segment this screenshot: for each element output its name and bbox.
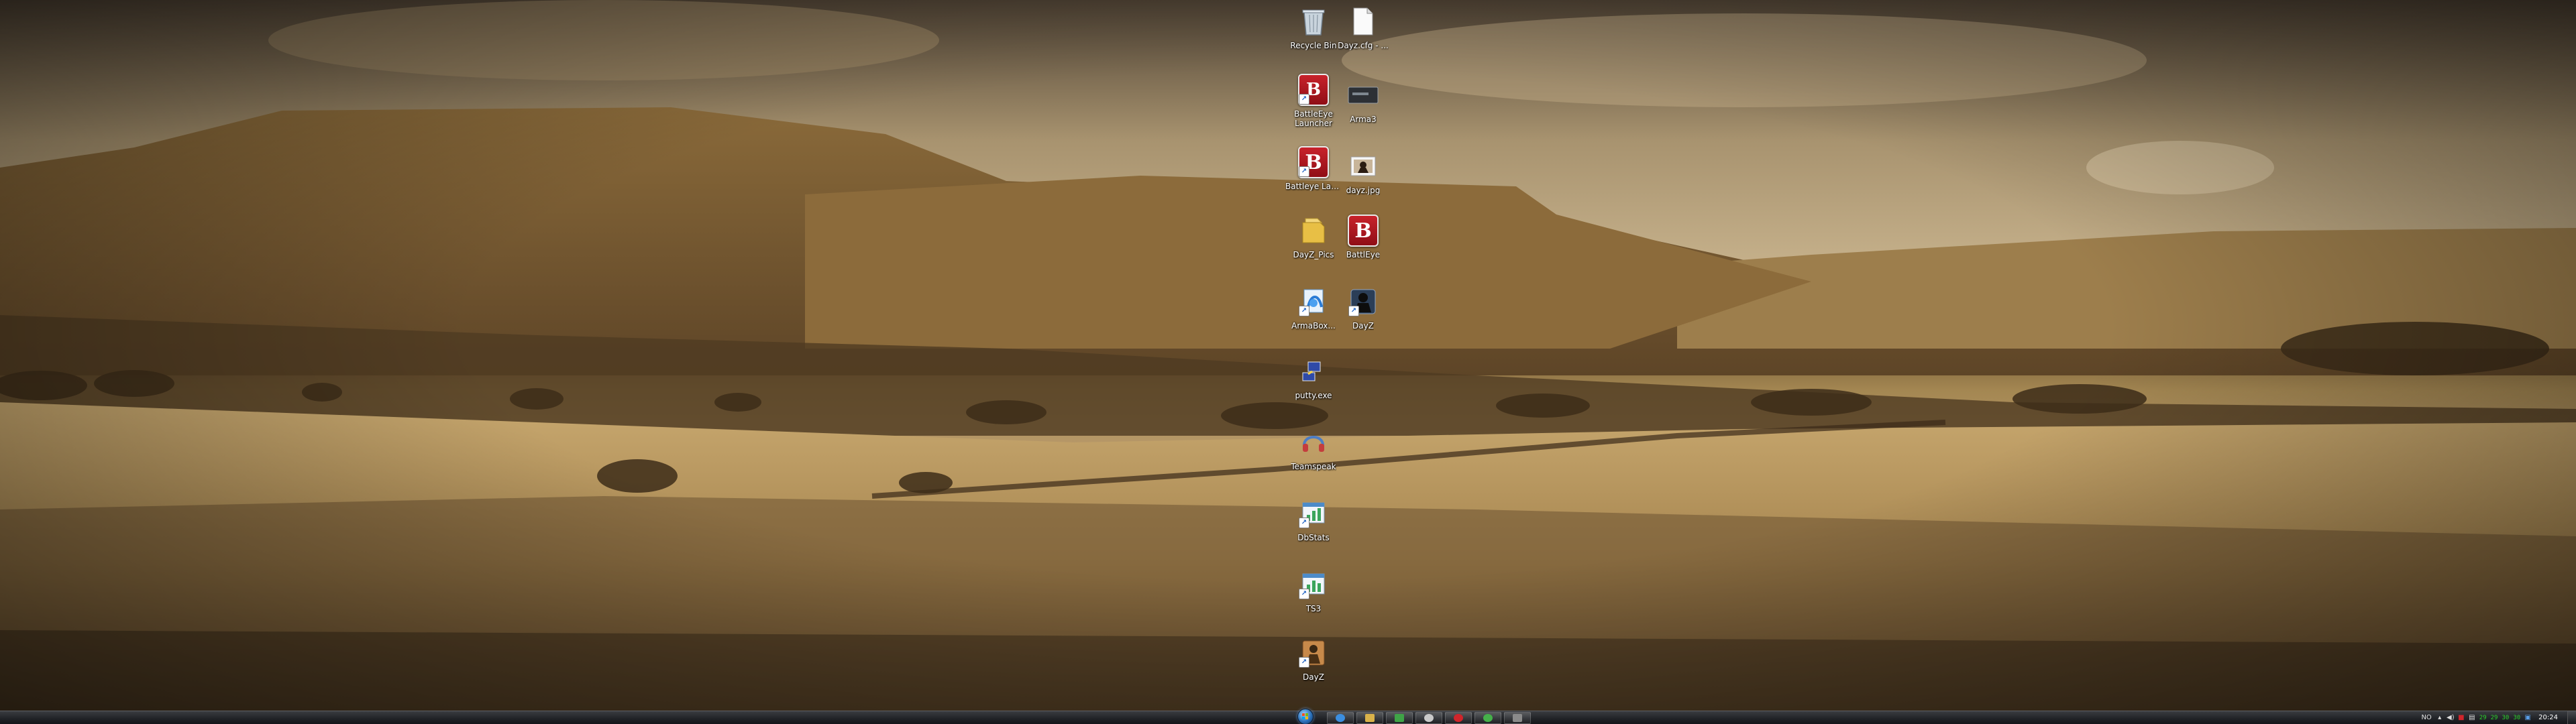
- start-button[interactable]: [1291, 709, 1320, 724]
- desktop-icon-putty[interactable]: putty.exe: [1285, 354, 1342, 420]
- system-tray: NO ▴ ◀) ■ ▤ 29 29 30 30 ▣ 20:24: [2418, 711, 2576, 724]
- taskbar-ie-button[interactable]: [1327, 712, 1354, 724]
- game-box-icon: [1346, 78, 1381, 113]
- icon-label: Arma3: [1350, 115, 1377, 124]
- application-icon: ↗: [1296, 284, 1331, 319]
- icon-label: Teamspeak: [1291, 462, 1336, 471]
- tray-number: 30: [2513, 714, 2521, 721]
- taskbar-opera-button[interactable]: [1445, 712, 1472, 724]
- opera-icon: [1454, 714, 1463, 722]
- language-indicator[interactable]: NO: [2418, 714, 2434, 721]
- desktop-icon-battleye[interactable]: B BattlEye: [1335, 213, 1391, 279]
- desktop-icon-recycle-bin[interactable]: Recycle Bin: [1285, 4, 1342, 70]
- shortcut-arrow-icon: ↗: [1299, 166, 1309, 177]
- battleye-icon: B ↗: [1296, 72, 1331, 107]
- tray-number: 29: [2479, 714, 2487, 721]
- icon-label: DayZ_Pics: [1293, 250, 1334, 259]
- show-hidden-icons-icon[interactable]: ▴: [2434, 713, 2445, 723]
- chart-window-icon: ↗: [1296, 567, 1331, 602]
- desktop-icon-teamspeak[interactable]: Teamspeak: [1285, 425, 1342, 491]
- battleye-icon: B: [1346, 213, 1381, 248]
- windows-orb-icon: [1297, 709, 1313, 724]
- tray-number: 30: [2502, 714, 2510, 721]
- icon-label: ArmaBox...: [1291, 321, 1336, 330]
- taskbar-steam-button[interactable]: [1415, 712, 1442, 724]
- image-file-icon: [1346, 149, 1381, 184]
- recycle-bin-icon: [1296, 4, 1331, 39]
- taskbar-explorer-button[interactable]: [1356, 712, 1383, 724]
- shortcut-arrow-icon: ↗: [1299, 518, 1309, 528]
- game-icon: [1483, 714, 1493, 722]
- desktop-icon-battleye-launcher-dayz[interactable]: B ↗ Battleye Launcher DayZ: [1285, 145, 1342, 210]
- taskbar: NO ▴ ◀) ■ ▤ 29 29 30 30 ▣ 20:24: [0, 709, 2576, 724]
- taskbar-media-button[interactable]: [1386, 712, 1413, 724]
- icon-label: Battleye Launcher DayZ: [1285, 182, 1342, 191]
- desktop-icon-ts3[interactable]: ↗ TS3: [1285, 567, 1342, 633]
- folder-icon: [1296, 213, 1331, 248]
- text-file-icon: [1346, 4, 1381, 39]
- taskbar-game-button[interactable]: [1474, 712, 1501, 724]
- clock[interactable]: 20:24: [2533, 714, 2567, 721]
- chart-window-icon: ↗: [1296, 496, 1331, 531]
- icon-label: BattleEye Launcher: [1294, 109, 1333, 128]
- teamspeak-icon: [1296, 425, 1331, 460]
- shortcut-arrow-icon: ↗: [1299, 306, 1309, 316]
- soldier-icon: ↗: [1346, 284, 1381, 319]
- shortcut-arrow-icon: ↗: [1299, 94, 1309, 105]
- shortcut-arrow-icon: ↗: [1348, 306, 1359, 316]
- icon-label: BattlEye: [1346, 250, 1381, 259]
- icon-label: Recycle Bin: [1290, 41, 1337, 50]
- show-desktop-button[interactable]: [2567, 711, 2576, 724]
- explorer-icon: [1365, 714, 1375, 722]
- icon-label: TS3: [1305, 604, 1322, 613]
- app-icon: [1513, 714, 1522, 722]
- icon-label: dayz.jpg: [1346, 186, 1381, 195]
- taskbar-app-button[interactable]: [1504, 712, 1531, 724]
- ie-icon: [1336, 714, 1345, 722]
- shortcut-arrow-icon: ↗: [1299, 657, 1309, 668]
- desktop: Recycle Bin B ↗ BattleEye Launcher B ↗ B…: [0, 0, 2576, 724]
- icon-label: putty.exe: [1295, 391, 1332, 400]
- dayz-character-icon: ↗: [1296, 636, 1331, 670]
- desktop-icon-dayz-jpg[interactable]: dayz.jpg: [1335, 149, 1391, 215]
- desktop-icon-dayz-cfg[interactable]: Dayz.cfg - ...: [1335, 4, 1391, 70]
- icon-label: DayZ: [1303, 672, 1324, 682]
- volume-icon[interactable]: ◀): [2445, 713, 2456, 723]
- network-icon[interactable]: ▤: [2467, 713, 2477, 723]
- icon-label: Dayz.cfg - ...: [1338, 41, 1389, 50]
- network-computer-icon: [1296, 354, 1331, 389]
- desktop-icon-battleye-launcher[interactable]: B ↗ BattleEye Launcher: [1285, 72, 1342, 138]
- media-icon: [1395, 714, 1404, 722]
- tray-number: 29: [2490, 714, 2498, 721]
- monitor-icon[interactable]: ▣: [2522, 713, 2533, 723]
- steam-icon: [1424, 714, 1434, 722]
- battleye-tray-icon[interactable]: ■: [2456, 713, 2467, 723]
- desktop-icon-armabox[interactable]: ↗ ArmaBox...: [1285, 284, 1342, 350]
- desktop-icon-dayz-game[interactable]: ↗ DayZ: [1285, 636, 1342, 701]
- desktop-icon-dayz[interactable]: ↗ DayZ: [1335, 284, 1391, 350]
- shortcut-arrow-icon: ↗: [1299, 589, 1309, 599]
- icon-label: DayZ: [1352, 321, 1374, 330]
- icon-label: DbStats: [1297, 533, 1330, 542]
- battleye-icon: B ↗: [1296, 145, 1331, 180]
- desktop-icon-dbstats[interactable]: ↗ DbStats: [1285, 496, 1342, 562]
- desktop-icon-arma3[interactable]: Arma3: [1335, 78, 1391, 143]
- desktop-icon-dayz-pics[interactable]: DayZ_Pics: [1285, 213, 1342, 279]
